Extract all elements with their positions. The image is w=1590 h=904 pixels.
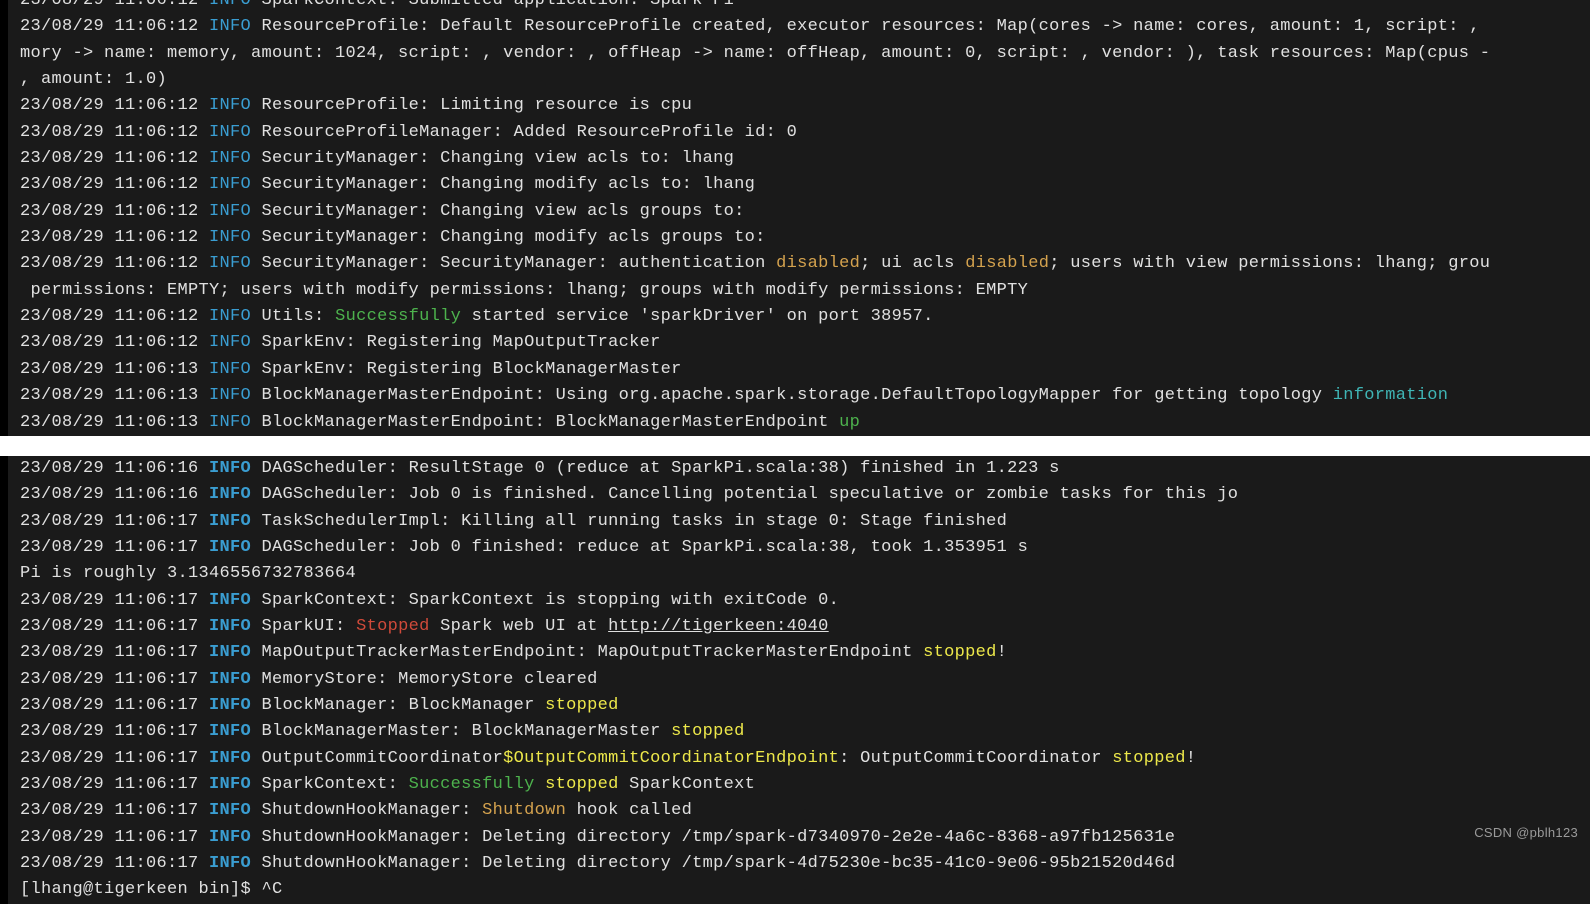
log-line: 23/08/29 11:06:12 INFO SecurityManager: … xyxy=(20,199,1590,225)
log-line: 23/08/29 11:06:12 INFO SecurityManager: … xyxy=(20,146,1590,172)
log-line: permissions: EMPTY; users with modify pe… xyxy=(20,278,1590,304)
log-line: 23/08/29 11:06:13 INFO BlockManagerMaste… xyxy=(20,383,1590,409)
log-line: 23/08/29 11:06:16 INFO DAGScheduler: Job… xyxy=(20,482,1590,508)
log-line: 23/08/29 11:06:17 INFO ShutdownHookManag… xyxy=(20,798,1590,824)
log-line: 23/08/29 11:06:17 INFO ShutdownHookManag… xyxy=(20,825,1590,851)
log-line: 23/08/29 11:06:12 INFO SecurityManager: … xyxy=(20,225,1590,251)
log-line: 23/08/29 11:06:12 INFO SecurityManager: … xyxy=(20,251,1590,277)
log-line: 23/08/29 11:06:16 INFO DAGScheduler: Res… xyxy=(20,456,1590,482)
terminal-output-bottom[interactable]: 23/08/29 11:06:16 INFO DAGScheduler: Res… xyxy=(0,456,1590,904)
log-line: [lhang@tigerkeen bin]$ ^C xyxy=(20,877,1590,903)
terminal-output-top[interactable]: 23/08/29 11:06:12 INFO SparkContext: Sub… xyxy=(0,0,1590,436)
log-line: 23/08/29 11:06:17 INFO SparkContext: Suc… xyxy=(20,772,1590,798)
log-line: 23/08/29 11:06:12 INFO Utils: Successful… xyxy=(20,304,1590,330)
log-line: 23/08/29 11:06:17 INFO MemoryStore: Memo… xyxy=(20,667,1590,693)
log-line: mory -> name: memory, amount: 1024, scri… xyxy=(20,41,1590,67)
log-line: 23/08/29 11:06:12 INFO ResourceProfile: … xyxy=(20,93,1590,119)
log-line: 23/08/29 11:06:17 INFO BlockManager: Blo… xyxy=(20,693,1590,719)
log-line: 23/08/29 11:06:17 INFO ShutdownHookManag… xyxy=(20,851,1590,877)
log-line: Pi is roughly 3.1346556732783664 xyxy=(20,561,1590,587)
log-line: 23/08/29 11:06:12 INFO ResourceProfileMa… xyxy=(20,120,1590,146)
log-line: 23/08/29 11:06:17 INFO SparkContext: Spa… xyxy=(20,588,1590,614)
log-line: 23/08/29 11:06:17 INFO OutputCommitCoord… xyxy=(20,746,1590,772)
log-line: 23/08/29 11:06:17 INFO TaskSchedulerImpl… xyxy=(20,509,1590,535)
log-line: 23/08/29 11:06:13 INFO SparkEnv: Registe… xyxy=(20,357,1590,383)
log-line: 23/08/29 11:06:12 INFO SparkEnv: Registe… xyxy=(20,330,1590,356)
log-line: 23/08/29 11:06:17 INFO MapOutputTrackerM… xyxy=(20,640,1590,666)
log-line: 23/08/29 11:06:12 INFO SecurityManager: … xyxy=(20,172,1590,198)
log-line: 23/08/29 11:06:17 INFO SparkUI: Stopped … xyxy=(20,614,1590,640)
log-line: 23/08/29 11:06:13 INFO BlockManagerMaste… xyxy=(20,410,1590,436)
log-line: 23/08/29 11:06:17 INFO BlockManagerMaste… xyxy=(20,719,1590,745)
log-line: , amount: 1.0) xyxy=(20,67,1590,93)
csdn-watermark: CSDN @pblh123 xyxy=(1474,823,1578,843)
log-line: 23/08/29 11:06:17 INFO DAGScheduler: Job… xyxy=(20,535,1590,561)
log-line: 23/08/29 11:06:12 INFO SparkContext: Sub… xyxy=(20,0,1590,14)
log-line: 23/08/29 11:06:12 INFO ResourceProfile: … xyxy=(20,14,1590,40)
